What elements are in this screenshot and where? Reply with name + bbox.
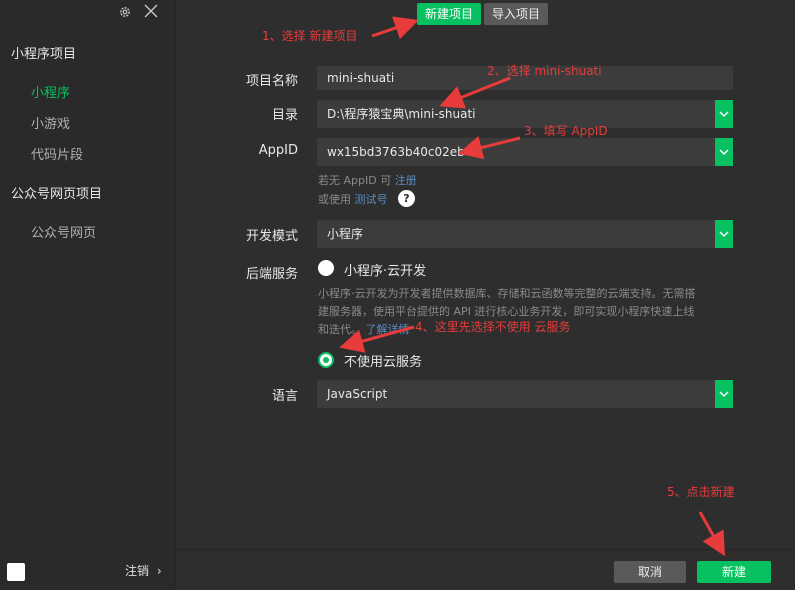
test-account-link[interactable]: 测试号 [355,193,388,206]
sidebar-item-code-snippet[interactable]: 代码片段 [31,144,83,163]
appid-label: AppID [258,143,298,158]
annotation-step4: 4、这里先选择不使用 云服务 [415,320,571,334]
testid-hint-text: 或使用 [318,193,351,206]
gear-icon[interactable] [118,4,132,18]
section-title-official-web: 公众号网页项目 [11,187,103,202]
language-label: 语言 [271,389,298,404]
close-icon[interactable] [143,3,159,19]
annotation-step1: 1、选择 新建项目 [262,29,358,43]
radio-cloud-dev[interactable] [318,260,334,276]
chevron-down-icon[interactable] [715,100,733,128]
backend-desc-line3: 和迭代。 [318,323,362,336]
backend-desc-line1: 小程序·云开发为开发者提供数据库、存储和云函数等完整的云端支持。无需搭 [318,287,696,300]
dev-mode-select[interactable]: 小程序 [317,220,733,248]
cancel-button[interactable]: 取消 [614,561,686,583]
project-name-value: mini-shuati [327,71,395,85]
appid-value: wx15bd3763b40c02eb [327,145,465,159]
register-link[interactable]: 注册 [395,174,417,187]
annotation-step2: 2、选择 mini-shuati [487,64,602,78]
chevron-right-icon: › [156,564,162,578]
appid-register-hint: 若无 AppID 可 注册 [318,172,417,188]
sidebar-item-miniprogram[interactable]: 小程序 [31,82,70,101]
project-name-label: 项目名称 [245,74,298,89]
chevron-down-icon[interactable] [715,220,733,248]
radio-dot [323,357,329,363]
directory-label: 目录 [271,108,298,123]
sidebar: 小程序项目 小程序 小游戏 代码片段 公众号网页项目 公众号网页 注销 › [0,0,176,590]
chevron-down-icon[interactable] [715,380,733,408]
testid-hint: 或使用 测试号 [318,191,388,207]
sidebar-item-minigame[interactable]: 小游戏 [31,113,70,132]
logout-label: 注销 [125,564,150,578]
language-select[interactable]: JavaScript [317,380,733,408]
footer-divider [176,549,795,550]
chevron-down-icon[interactable] [715,138,733,166]
dev-mode-value: 小程序 [327,227,364,241]
learn-more-link[interactable]: 了解详情 [366,323,410,336]
tab-new-project[interactable]: 新建项目 [417,3,482,25]
logout-button[interactable]: 注销 › [125,562,162,579]
radio-no-cloud[interactable] [318,352,334,368]
sidebar-item-official-web[interactable]: 公众号网页 [31,222,96,241]
backend-label: 后端服务 [245,267,298,282]
help-symbol: ? [403,192,410,205]
tab-import-project[interactable]: 导入项目 [484,3,549,25]
appid-hint-text: 若无 AppID 可 [318,174,392,187]
annotation-step5: 5、点击新建 [667,485,735,499]
section-title-miniprogram: 小程序项目 [11,47,77,62]
checkbox-icon[interactable] [7,563,25,581]
backend-option-cloud-label: 小程序·云开发 [344,264,427,279]
annotation-step3: 3、填写 AppID [524,124,608,138]
directory-value: D:\程序猿宝典\mini-shuati [327,107,476,121]
backend-option-none-label: 不使用云服务 [344,355,423,370]
appid-select[interactable]: wx15bd3763b40c02eb [317,138,733,166]
help-icon[interactable]: ? [398,190,415,207]
language-value: JavaScript [327,387,388,401]
create-button[interactable]: 新建 [697,561,771,583]
dev-mode-label: 开发模式 [245,229,298,244]
